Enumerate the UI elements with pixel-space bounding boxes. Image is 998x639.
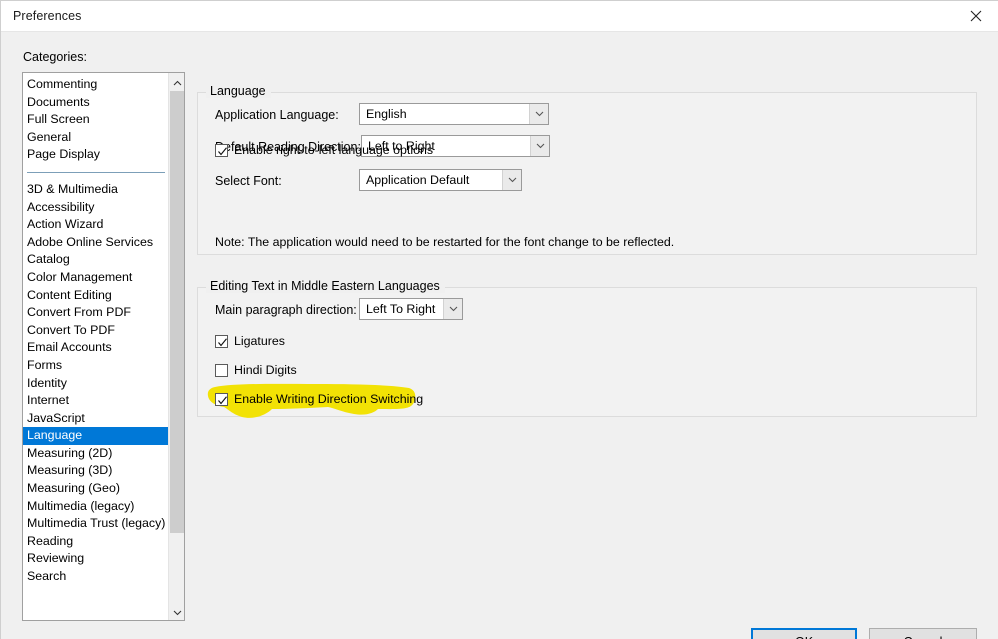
window-title: Preferences: [13, 9, 82, 23]
application-language-label: Application Language:: [215, 108, 339, 122]
scroll-up-button[interactable]: [169, 73, 184, 91]
sidebar-item-reading[interactable]: Reading: [23, 533, 168, 551]
sidebar-item-internet[interactable]: Internet: [23, 392, 168, 410]
preferences-dialog: Preferences Categories: Commenting Docum…: [0, 0, 998, 639]
enable-rtl-label: Enable right-to-left language options: [234, 143, 434, 157]
application-language-select[interactable]: English: [359, 103, 549, 125]
sidebar-item-general[interactable]: General: [23, 129, 168, 147]
scroll-down-button[interactable]: [169, 603, 184, 621]
ligatures-label: Ligatures: [234, 334, 285, 348]
main-paragraph-direction-label: Main paragraph direction:: [215, 303, 357, 317]
category-scrollbar[interactable]: [168, 73, 184, 620]
dialog-body: Categories: Commenting Documents Full Sc…: [1, 32, 998, 639]
cancel-button-label: Cancel: [904, 635, 943, 639]
sidebar-item-multimedia-legacy[interactable]: Multimedia (legacy): [23, 498, 168, 516]
close-button[interactable]: [953, 1, 998, 31]
enable-writing-direction-switching-checkbox[interactable]: [215, 392, 228, 406]
ok-button-label: OK: [795, 635, 813, 639]
ligatures-checkbox[interactable]: [215, 334, 228, 348]
sidebar-item-catalog[interactable]: Catalog: [23, 251, 168, 269]
hindi-digits-label: Hindi Digits: [234, 363, 297, 377]
enable-writing-direction-switching-checkbox-row[interactable]: Enable Writing Direction Switching: [215, 392, 423, 406]
chevron-down-icon[interactable]: [502, 170, 521, 190]
sidebar-item-reviewing[interactable]: Reviewing: [23, 550, 168, 568]
cancel-button[interactable]: Cancel: [869, 628, 977, 639]
main-paragraph-direction-select[interactable]: Left To Right: [359, 298, 463, 320]
application-language-value: English: [366, 107, 407, 121]
sidebar-item-search[interactable]: Search: [23, 568, 168, 586]
middle-eastern-group-title: Editing Text in Middle Eastern Languages: [206, 279, 445, 293]
sidebar-item-convert-from-pdf[interactable]: Convert From PDF: [23, 304, 168, 322]
language-group-title: Language: [206, 84, 271, 98]
ligatures-checkbox-row[interactable]: Ligatures: [215, 334, 285, 348]
chevron-down-icon[interactable]: [529, 104, 548, 124]
font-restart-note: Note: The application would need to be r…: [215, 235, 675, 249]
sidebar-item-adobe-online-services[interactable]: Adobe Online Services: [23, 234, 168, 252]
select-font-select[interactable]: Application Default: [359, 169, 522, 191]
sidebar-item-convert-to-pdf[interactable]: Convert To PDF: [23, 322, 168, 340]
sidebar-item-content-editing[interactable]: Content Editing: [23, 287, 168, 305]
ok-button[interactable]: OK: [751, 628, 857, 639]
sidebar-item-multimedia-trust-legacy[interactable]: Multimedia Trust (legacy): [23, 515, 168, 533]
sidebar-item-documents[interactable]: Documents: [23, 94, 168, 112]
chevron-down-icon[interactable]: [530, 136, 549, 156]
chevron-down-icon[interactable]: [443, 299, 462, 319]
sidebar-item-identity[interactable]: Identity: [23, 375, 168, 393]
sidebar-item-language[interactable]: Language: [23, 427, 168, 445]
sidebar-item-commenting[interactable]: Commenting: [23, 76, 168, 94]
sidebar-item-full-screen[interactable]: Full Screen: [23, 111, 168, 129]
sidebar-item-3d-multimedia[interactable]: 3D & Multimedia: [23, 181, 168, 199]
sidebar-item-accessibility[interactable]: Accessibility: [23, 199, 168, 217]
chevron-up-icon: [173, 73, 182, 91]
chevron-down-icon: [173, 603, 182, 621]
sidebar-item-measuring-geo[interactable]: Measuring (Geo): [23, 480, 168, 498]
sidebar-divider: [27, 171, 165, 173]
enable-rtl-checkbox[interactable]: [215, 143, 228, 157]
scrollbar-thumb[interactable]: [170, 91, 184, 533]
categories-label: Categories:: [23, 50, 87, 64]
title-bar: Preferences: [1, 1, 998, 32]
sidebar-item-forms[interactable]: Forms: [23, 357, 168, 375]
hindi-digits-checkbox-row[interactable]: Hindi Digits: [215, 363, 297, 377]
category-list[interactable]: Commenting Documents Full Screen General…: [22, 72, 185, 621]
enable-rtl-checkbox-row[interactable]: Enable right-to-left language options: [215, 143, 433, 157]
category-items-container: Commenting Documents Full Screen General…: [23, 73, 168, 586]
main-paragraph-direction-value: Left To Right: [366, 302, 436, 316]
select-font-label: Select Font:: [215, 174, 282, 188]
sidebar-item-javascript[interactable]: JavaScript: [23, 410, 168, 428]
sidebar-item-measuring-3d[interactable]: Measuring (3D): [23, 462, 168, 480]
close-icon: [970, 10, 982, 22]
sidebar-item-action-wizard[interactable]: Action Wizard: [23, 216, 168, 234]
hindi-digits-checkbox[interactable]: [215, 363, 228, 377]
enable-writing-direction-switching-label: Enable Writing Direction Switching: [234, 392, 424, 406]
select-font-value: Application Default: [366, 173, 470, 187]
sidebar-item-page-display[interactable]: Page Display: [23, 146, 168, 164]
sidebar-item-color-management[interactable]: Color Management: [23, 269, 168, 287]
sidebar-item-email-accounts[interactable]: Email Accounts: [23, 339, 168, 357]
sidebar-item-measuring-2d[interactable]: Measuring (2D): [23, 445, 168, 463]
